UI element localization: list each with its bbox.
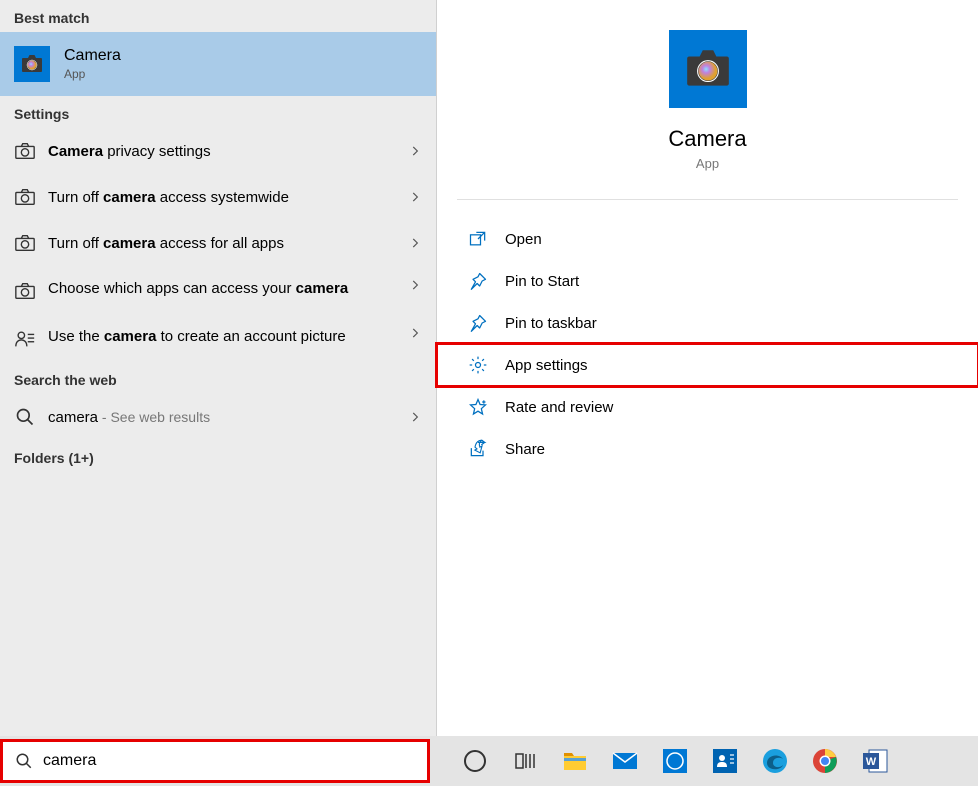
gear-icon — [467, 354, 489, 376]
camera-icon — [14, 186, 36, 208]
open-icon — [467, 228, 489, 250]
best-match-camera-app[interactable]: Camera App — [0, 32, 436, 96]
search-web-header: Search the web — [0, 362, 436, 394]
camera-icon — [14, 280, 36, 302]
task-view-icon — [513, 749, 537, 773]
file-explorer-button[interactable] — [558, 744, 592, 778]
settings-item-label: Camera privacy settings — [48, 141, 398, 162]
taskbar-search-box[interactable] — [0, 739, 430, 783]
settings-item-label: Turn off camera access for all apps — [48, 233, 398, 254]
chevron-right-icon — [408, 190, 422, 204]
web-result-camera[interactable]: camera - See web results — [0, 394, 436, 440]
settings-item-label: Choose which apps can access your camera — [48, 278, 398, 299]
camera-app-icon — [14, 46, 50, 82]
web-result-label: camera - See web results — [48, 407, 398, 428]
file-explorer-icon — [561, 747, 589, 775]
share-icon — [467, 438, 489, 460]
best-match-title: Camera — [64, 47, 121, 65]
detail-app-icon — [669, 30, 747, 108]
taskbar: W — [0, 736, 978, 786]
chevron-right-icon — [408, 410, 422, 424]
action-label: Open — [505, 231, 542, 248]
action-open[interactable]: Open — [437, 218, 978, 260]
pin-icon — [467, 270, 489, 292]
detail-subtitle: App — [696, 156, 719, 171]
cortana-button[interactable] — [458, 744, 492, 778]
chrome-button[interactable] — [808, 744, 842, 778]
action-label: Pin to Start — [505, 273, 579, 290]
settings-item-account-picture[interactable]: Use the camera to create an account pict… — [0, 314, 436, 362]
edge-button[interactable] — [758, 744, 792, 778]
search-icon — [14, 406, 36, 428]
mail-icon — [611, 747, 639, 775]
dell-icon — [661, 747, 689, 775]
best-match-header: Best match — [0, 0, 436, 32]
settings-item-choose-apps[interactable]: Choose which apps can access your camera — [0, 266, 436, 314]
camera-icon — [14, 232, 36, 254]
action-app-settings[interactable]: App settings — [437, 344, 978, 386]
word-button[interactable]: W — [858, 744, 892, 778]
search-results-panel: Best match Camera App Settings Camera pr… — [0, 0, 436, 736]
best-match-subtitle: App — [64, 67, 121, 81]
mail-button[interactable] — [608, 744, 642, 778]
settings-item-label: Turn off camera access systemwide — [48, 187, 398, 208]
camera-icon — [14, 140, 36, 162]
chevron-right-icon — [408, 326, 422, 340]
word-icon: W — [861, 747, 889, 775]
action-label: Share — [505, 441, 545, 458]
star-icon — [467, 396, 489, 418]
contacts-app-button[interactable] — [708, 744, 742, 778]
action-share[interactable]: Share — [437, 428, 978, 470]
settings-item-label: Use the camera to create an account pict… — [48, 326, 398, 347]
chevron-right-icon — [408, 278, 422, 292]
settings-item-privacy[interactable]: Camera privacy settings — [0, 128, 436, 174]
cortana-icon — [464, 750, 486, 772]
settings-item-turn-off-systemwide[interactable]: Turn off camera access systemwide — [0, 174, 436, 220]
task-view-button[interactable] — [508, 744, 542, 778]
chevron-right-icon — [408, 144, 422, 158]
settings-header: Settings — [0, 96, 436, 128]
detail-title: Camera — [668, 126, 746, 152]
chevron-right-icon — [408, 236, 422, 250]
svg-text:W: W — [866, 756, 877, 768]
action-pin-to-start[interactable]: Pin to Start — [437, 260, 978, 302]
contacts-icon — [711, 747, 739, 775]
settings-item-turn-off-all-apps[interactable]: Turn off camera access for all apps — [0, 220, 436, 266]
folders-header: Folders (1+) — [0, 440, 436, 472]
search-input[interactable] — [43, 752, 415, 770]
action-label: Rate and review — [505, 399, 613, 416]
action-label: App settings — [505, 357, 588, 374]
action-pin-to-taskbar[interactable]: Pin to taskbar — [437, 302, 978, 344]
dell-app-button[interactable] — [658, 744, 692, 778]
action-label: Pin to taskbar — [505, 315, 597, 332]
chrome-icon — [811, 747, 839, 775]
action-rate-and-review[interactable]: Rate and review — [437, 386, 978, 428]
edge-icon — [761, 747, 789, 775]
search-icon — [15, 752, 33, 770]
detail-panel: Camera App Open Pin to Start Pin to taskba… — [436, 0, 978, 736]
person-list-icon — [14, 328, 36, 350]
pin-icon — [467, 312, 489, 334]
